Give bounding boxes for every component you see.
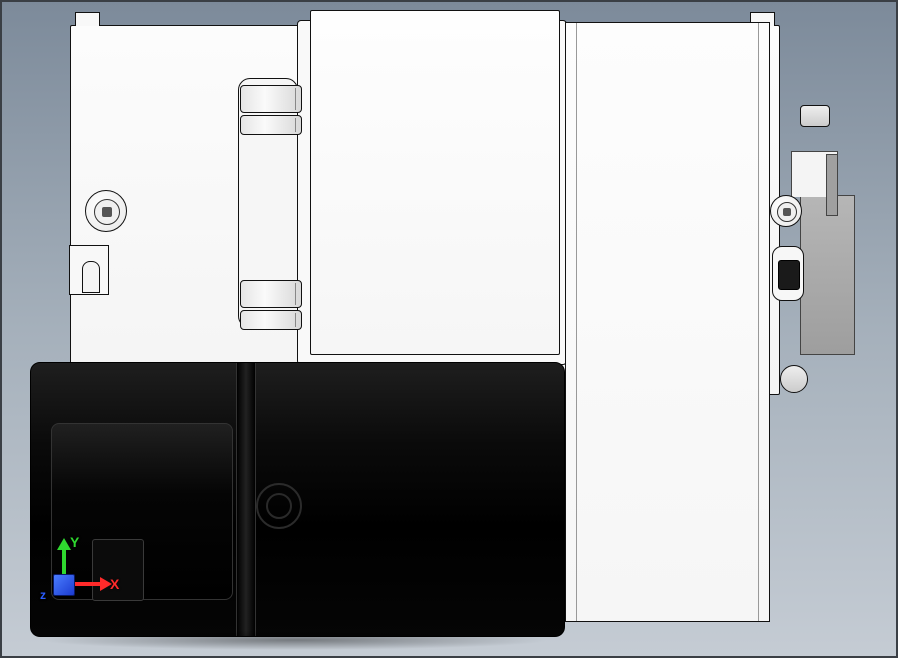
motor-shadow <box>40 630 550 650</box>
left-side-slot <box>69 245 109 295</box>
motor-end-cap <box>51 423 233 600</box>
motor-connector <box>92 539 144 601</box>
right-pin-round <box>780 365 808 393</box>
standoff-top-b <box>240 115 302 135</box>
left-bolt[interactable] <box>85 190 127 232</box>
standoff-bottom-a <box>240 280 302 308</box>
right-grey-bracket[interactable] <box>800 195 855 355</box>
right-pin-top <box>800 105 830 127</box>
standoff-top-a <box>240 85 302 113</box>
right-bolt[interactable] <box>770 195 802 227</box>
motor-port-ring <box>256 483 302 529</box>
top-notch-left <box>75 12 100 26</box>
cad-viewport[interactable]: Y X z <box>0 0 898 658</box>
front-vertical-plate[interactable] <box>565 22 770 622</box>
center-raised-panel[interactable] <box>310 10 560 355</box>
right-slot-plug[interactable] <box>778 260 800 290</box>
motor-clamp-ring <box>236 363 256 636</box>
servo-motor[interactable] <box>30 362 565 637</box>
standoff-bottom-b <box>240 310 302 330</box>
